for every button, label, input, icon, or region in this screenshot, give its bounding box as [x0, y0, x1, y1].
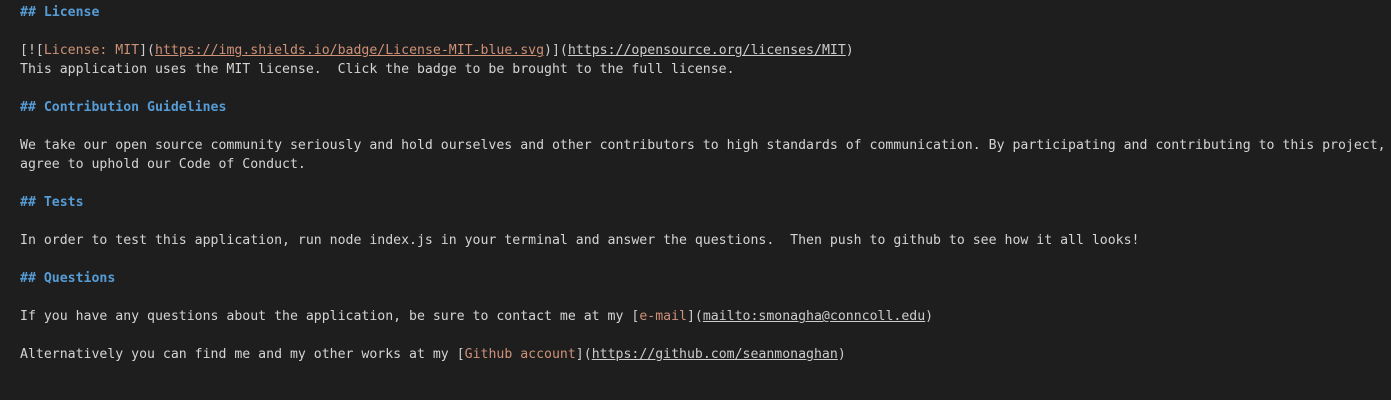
- questions-heading: Questions: [43, 271, 116, 286]
- license-badge-line: [![License: MIT](https://img.shields.io/…: [20, 43, 854, 58]
- questions-email-line: If you have any questions about the appl…: [20, 309, 934, 324]
- heading-marker: ##: [20, 5, 44, 20]
- email-prefix-text: If you have any questions about the appl…: [20, 309, 632, 324]
- badge-link-url[interactable]: https://opensource.org/licenses/MIT: [568, 43, 846, 58]
- heading-marker: ##: [20, 195, 44, 210]
- license-heading: License: [43, 5, 100, 20]
- github-link-text: Github account: [464, 347, 576, 362]
- markdown-editor[interactable]: ## License [![License: MIT](https://img.…: [0, 0, 1391, 400]
- contribution-text-line-2: agree to uphold our Code of Conduct.: [20, 157, 306, 172]
- email-link-url[interactable]: mailto:smonagha@conncoll.edu: [703, 309, 925, 324]
- contribution-heading-line: ## Contribution Guidelines: [20, 98, 226, 117]
- tests-text: In order to test this application, run n…: [20, 233, 1140, 248]
- tests-heading: Tests: [43, 195, 84, 210]
- questions-github-line: Alternatively you can find me and my oth…: [20, 347, 846, 362]
- license-text: This application uses the MIT license. C…: [20, 62, 735, 77]
- license-heading-line: ## License: [20, 3, 99, 22]
- badge-image-url[interactable]: https://img.shields.io/badge/License-MIT…: [155, 43, 544, 58]
- badge-alt-text: License: MIT: [43, 43, 140, 58]
- heading-marker: ##: [20, 100, 44, 115]
- heading-marker: ##: [20, 271, 44, 286]
- github-prefix-text: Alternatively you can find me and my oth…: [20, 347, 457, 362]
- questions-heading-line: ## Questions: [20, 269, 115, 288]
- github-link-url[interactable]: https://github.com/seanmonaghan: [592, 347, 838, 362]
- contribution-heading: Contribution Guidelines: [43, 100, 227, 115]
- contribution-text-line-1: We take our open source community seriou…: [20, 138, 1391, 153]
- email-link-text: e-mail: [639, 309, 687, 324]
- tests-heading-line: ## Tests: [20, 193, 84, 212]
